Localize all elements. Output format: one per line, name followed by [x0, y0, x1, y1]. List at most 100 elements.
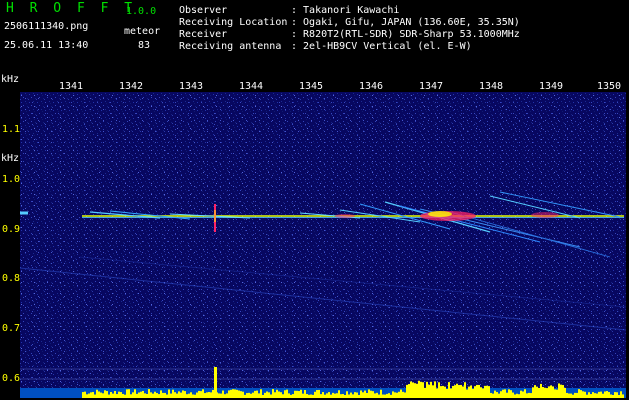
signal-bar	[354, 392, 356, 398]
signal-bar	[558, 383, 560, 398]
signal-bar	[334, 393, 336, 398]
signal-bar	[432, 385, 434, 398]
signal-bar	[104, 390, 106, 398]
signal-bar	[254, 390, 256, 398]
signal-bar	[196, 392, 198, 398]
signal-bar	[184, 391, 186, 398]
signal-bar	[512, 392, 514, 398]
signal-bar	[310, 394, 312, 398]
signal-bar	[596, 393, 598, 398]
signal-bar	[444, 386, 446, 398]
signal-bar	[190, 392, 192, 398]
signal-bar	[524, 389, 526, 398]
signal-bar	[278, 391, 280, 398]
signal-bar	[240, 391, 242, 398]
signal-bar	[474, 386, 476, 398]
signal-bar	[380, 389, 382, 398]
signal-bar	[420, 381, 422, 398]
signal-bar	[256, 390, 258, 398]
signal-bar	[586, 394, 588, 398]
signal-bar	[312, 394, 314, 398]
signal-bar	[162, 392, 164, 398]
signal-bar	[570, 393, 572, 398]
signal-bar	[590, 394, 592, 398]
signal-bar	[194, 394, 196, 398]
signal-bar	[422, 382, 424, 398]
signal-bar	[396, 392, 398, 398]
signal-bar	[168, 389, 170, 398]
signal-bar	[110, 392, 112, 398]
signal-bar	[428, 384, 430, 398]
signal-bar	[330, 394, 332, 398]
signal-bar	[598, 391, 600, 398]
signal-bar	[522, 391, 524, 398]
signal-bar	[492, 393, 494, 398]
signal-bar	[402, 391, 404, 398]
signal-bar	[206, 392, 208, 398]
signal-bar	[344, 394, 346, 398]
signal-bar	[532, 387, 534, 398]
signal-bar	[286, 389, 288, 398]
signal-bar	[316, 390, 318, 398]
signal-bar	[218, 393, 220, 398]
signal-bar	[90, 392, 92, 398]
signal-bar	[148, 389, 150, 398]
signal-bar	[604, 391, 606, 398]
signal-bar	[338, 390, 340, 398]
signal-bar	[178, 391, 180, 398]
signal-bar	[82, 392, 84, 398]
signal-bar	[100, 392, 102, 398]
signal-bar	[114, 390, 116, 398]
signal-bar	[302, 393, 304, 398]
signal-bar	[306, 393, 308, 398]
signal-bar	[406, 384, 408, 398]
signal-bar	[212, 389, 214, 398]
signal-bar	[250, 393, 252, 398]
signal-bar	[304, 390, 306, 398]
signal-bar	[600, 391, 602, 398]
signal-bar	[368, 389, 370, 398]
signal-bar	[96, 389, 98, 398]
signal-bar	[466, 389, 468, 398]
signal-bar	[502, 389, 504, 398]
signal-bar	[614, 392, 616, 398]
signal-bar	[552, 386, 554, 398]
signal-bar	[352, 394, 354, 398]
signal-bar	[526, 393, 528, 398]
signal-bar	[554, 389, 556, 398]
signal-bar	[448, 382, 450, 398]
signal-bar	[506, 392, 508, 398]
signal-bar	[398, 391, 400, 398]
signal-bar	[264, 392, 266, 398]
signal-bar	[430, 381, 432, 398]
signal-bar	[262, 394, 264, 398]
meteor-label: meteor	[124, 26, 161, 37]
signal-bar	[480, 387, 482, 398]
signal-bar	[378, 394, 380, 398]
signal-bar	[348, 394, 350, 398]
signal-bar	[608, 392, 610, 398]
signal-bar	[370, 390, 372, 398]
signal-bar	[222, 390, 224, 398]
signal-bar	[324, 394, 326, 398]
signal-bar	[122, 393, 124, 398]
signal-bar	[536, 386, 538, 398]
signal-bar	[228, 390, 230, 398]
signal-bar	[292, 394, 294, 398]
signal-bar	[322, 392, 324, 398]
signal-bar	[416, 383, 418, 398]
signal-bar	[152, 393, 154, 398]
signal-bar	[360, 390, 362, 398]
signal-bar	[618, 394, 620, 398]
signal-bar	[580, 390, 582, 398]
signal-bar	[118, 391, 120, 398]
signal-bar	[150, 392, 152, 398]
signal-bar	[412, 382, 414, 398]
signal-bar	[108, 394, 110, 398]
version-label: 1.0.0	[126, 6, 157, 17]
signal-bar	[328, 392, 330, 398]
signal-bar	[290, 394, 292, 398]
signal-bar	[540, 383, 542, 398]
signal-bar	[612, 394, 614, 398]
signal-bar	[124, 394, 126, 398]
